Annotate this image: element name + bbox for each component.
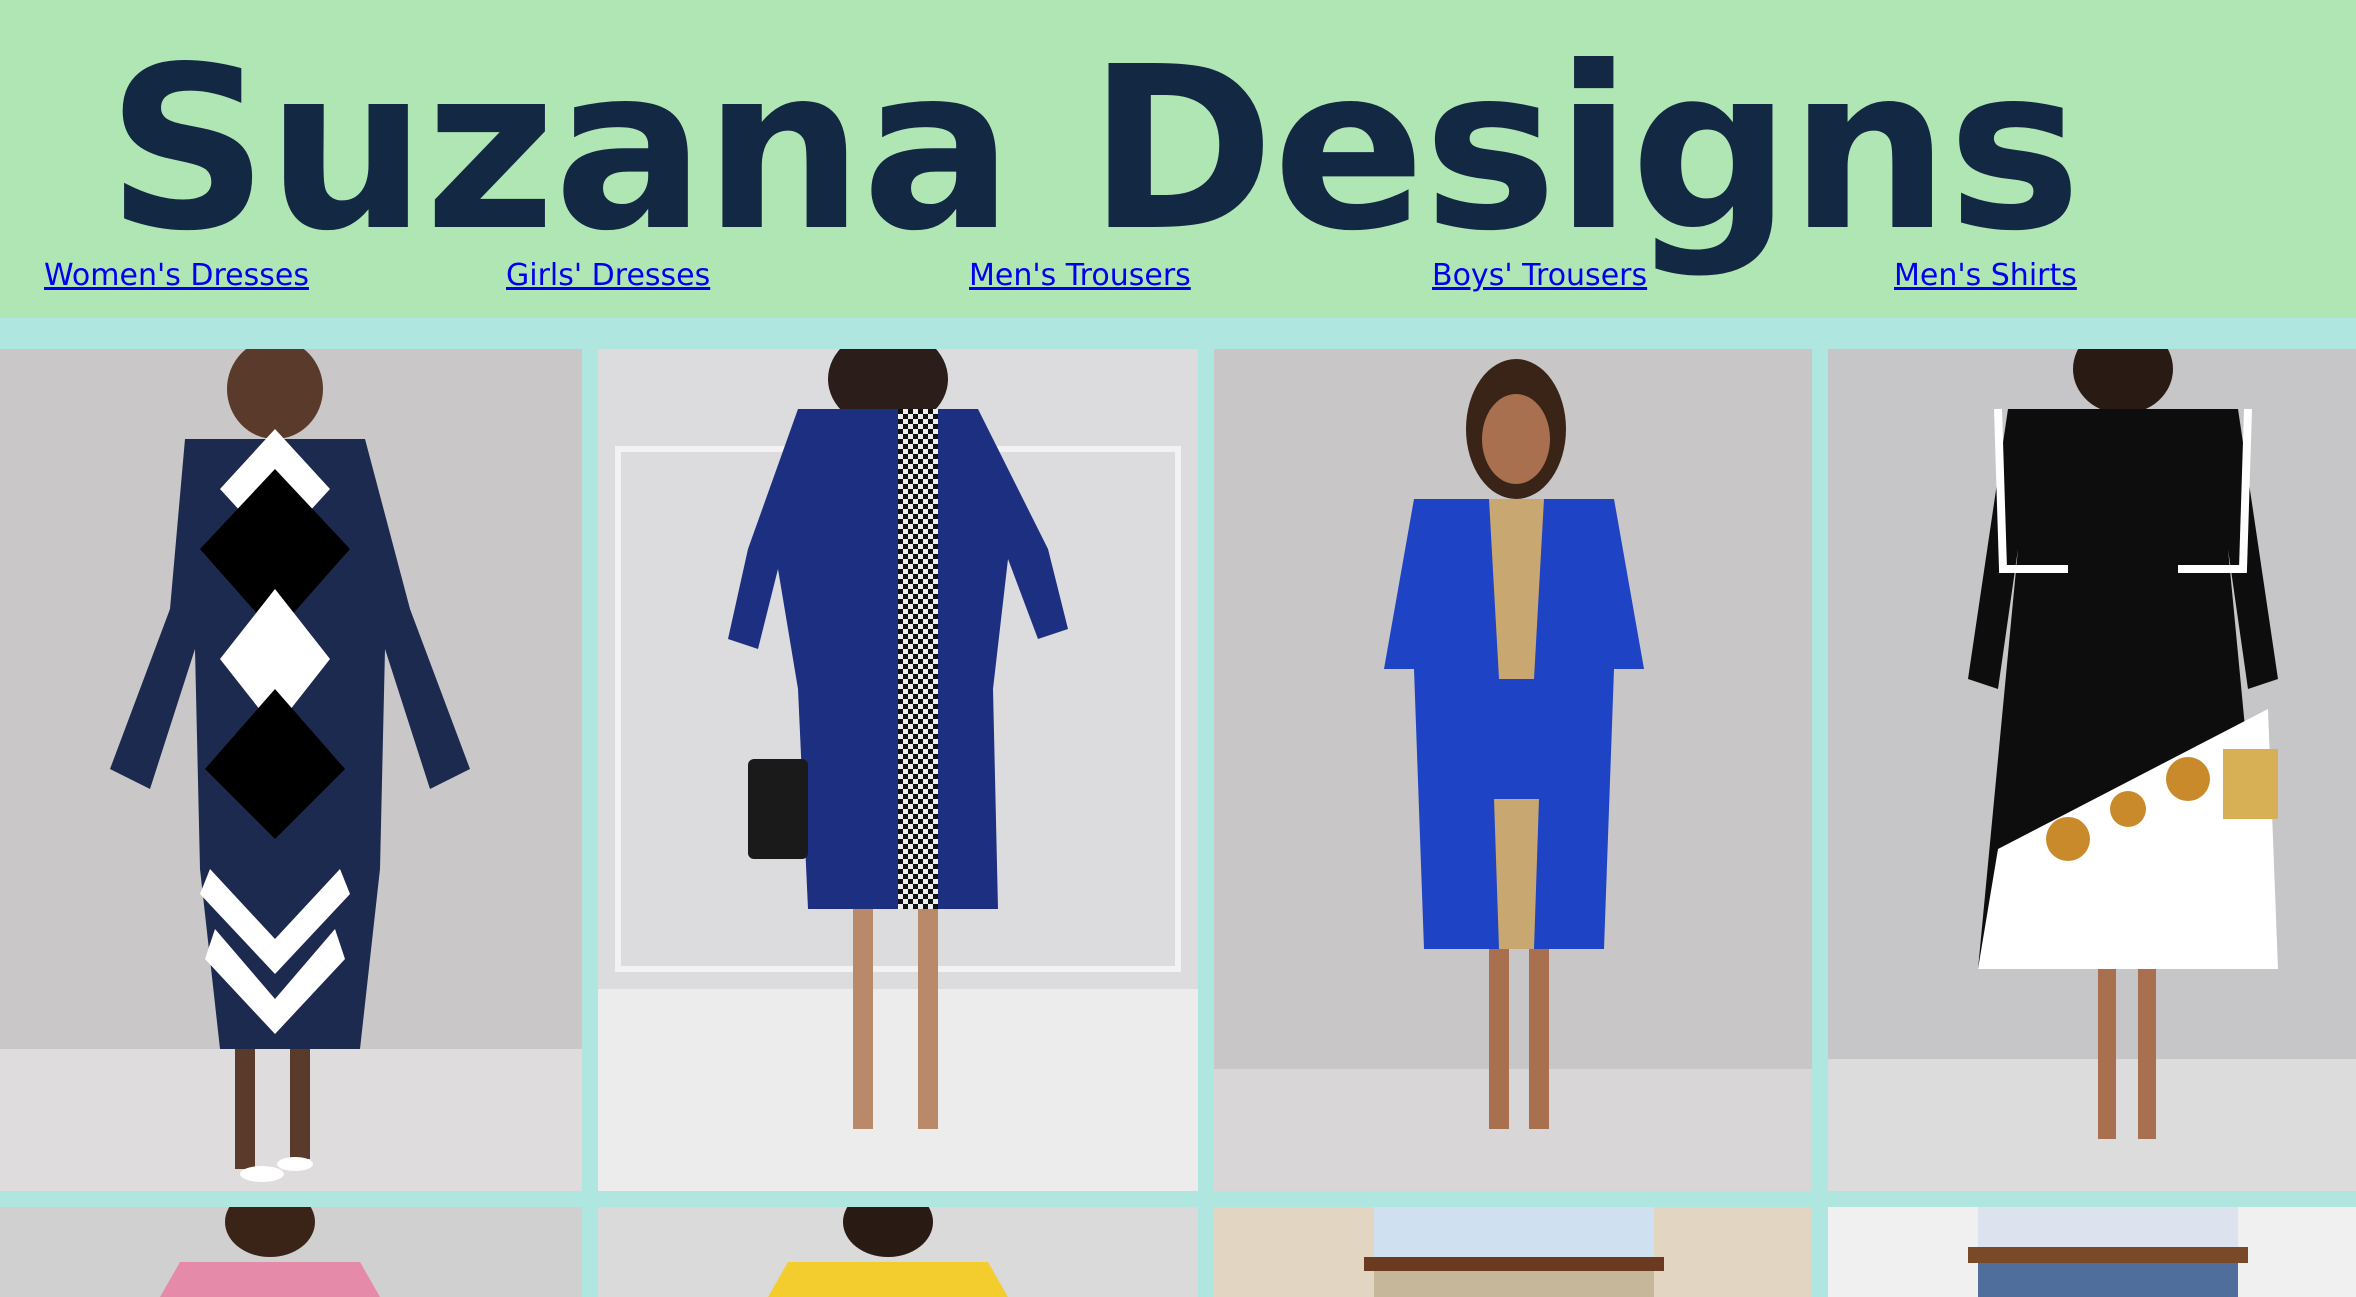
nav-mens-shirts[interactable]: Men's Shirts: [1894, 258, 2077, 293]
nav-girls-dresses[interactable]: Girls' Dresses: [506, 258, 710, 293]
nav-boys-trousers[interactable]: Boys' Trousers: [1432, 258, 1647, 293]
light-blue-shirt-trousers-photo: [1214, 1207, 1812, 1297]
product-image-pink-top[interactable]: [0, 1207, 582, 1297]
product-image-navy-geometric-dress[interactable]: [0, 349, 582, 1191]
product-image-navy-houndstooth-dress[interactable]: [598, 349, 1198, 1191]
product-image-mens-jeans[interactable]: [1828, 1207, 2356, 1297]
product-image-mens-trousers[interactable]: [1214, 1207, 1812, 1297]
pink-top-photo: [0, 1207, 582, 1297]
nav-womens-dresses[interactable]: Women's Dresses: [44, 258, 309, 293]
royal-blue-embroidered-dress-photo: [1214, 349, 1812, 1191]
plaid-shirt-jeans-photo: [1828, 1207, 2356, 1297]
product-image-royal-blue-dress[interactable]: [1214, 349, 1812, 1191]
black-floral-jacket-dress-photo: [1828, 349, 2356, 1191]
nav-mens-trousers[interactable]: Men's Trousers: [969, 258, 1191, 293]
navy-houndstooth-dress-photo: [598, 349, 1198, 1191]
navy-geometric-dress-photo: [0, 349, 582, 1191]
site-title: Suzana Designs: [106, 19, 2082, 281]
product-image-black-floral-dress[interactable]: [1828, 349, 2356, 1191]
site-header: Suzana Designs Women's Dresses Girls' Dr…: [0, 0, 2356, 318]
yellow-top-photo: [598, 1207, 1198, 1297]
product-image-yellow-top[interactable]: [598, 1207, 1198, 1297]
